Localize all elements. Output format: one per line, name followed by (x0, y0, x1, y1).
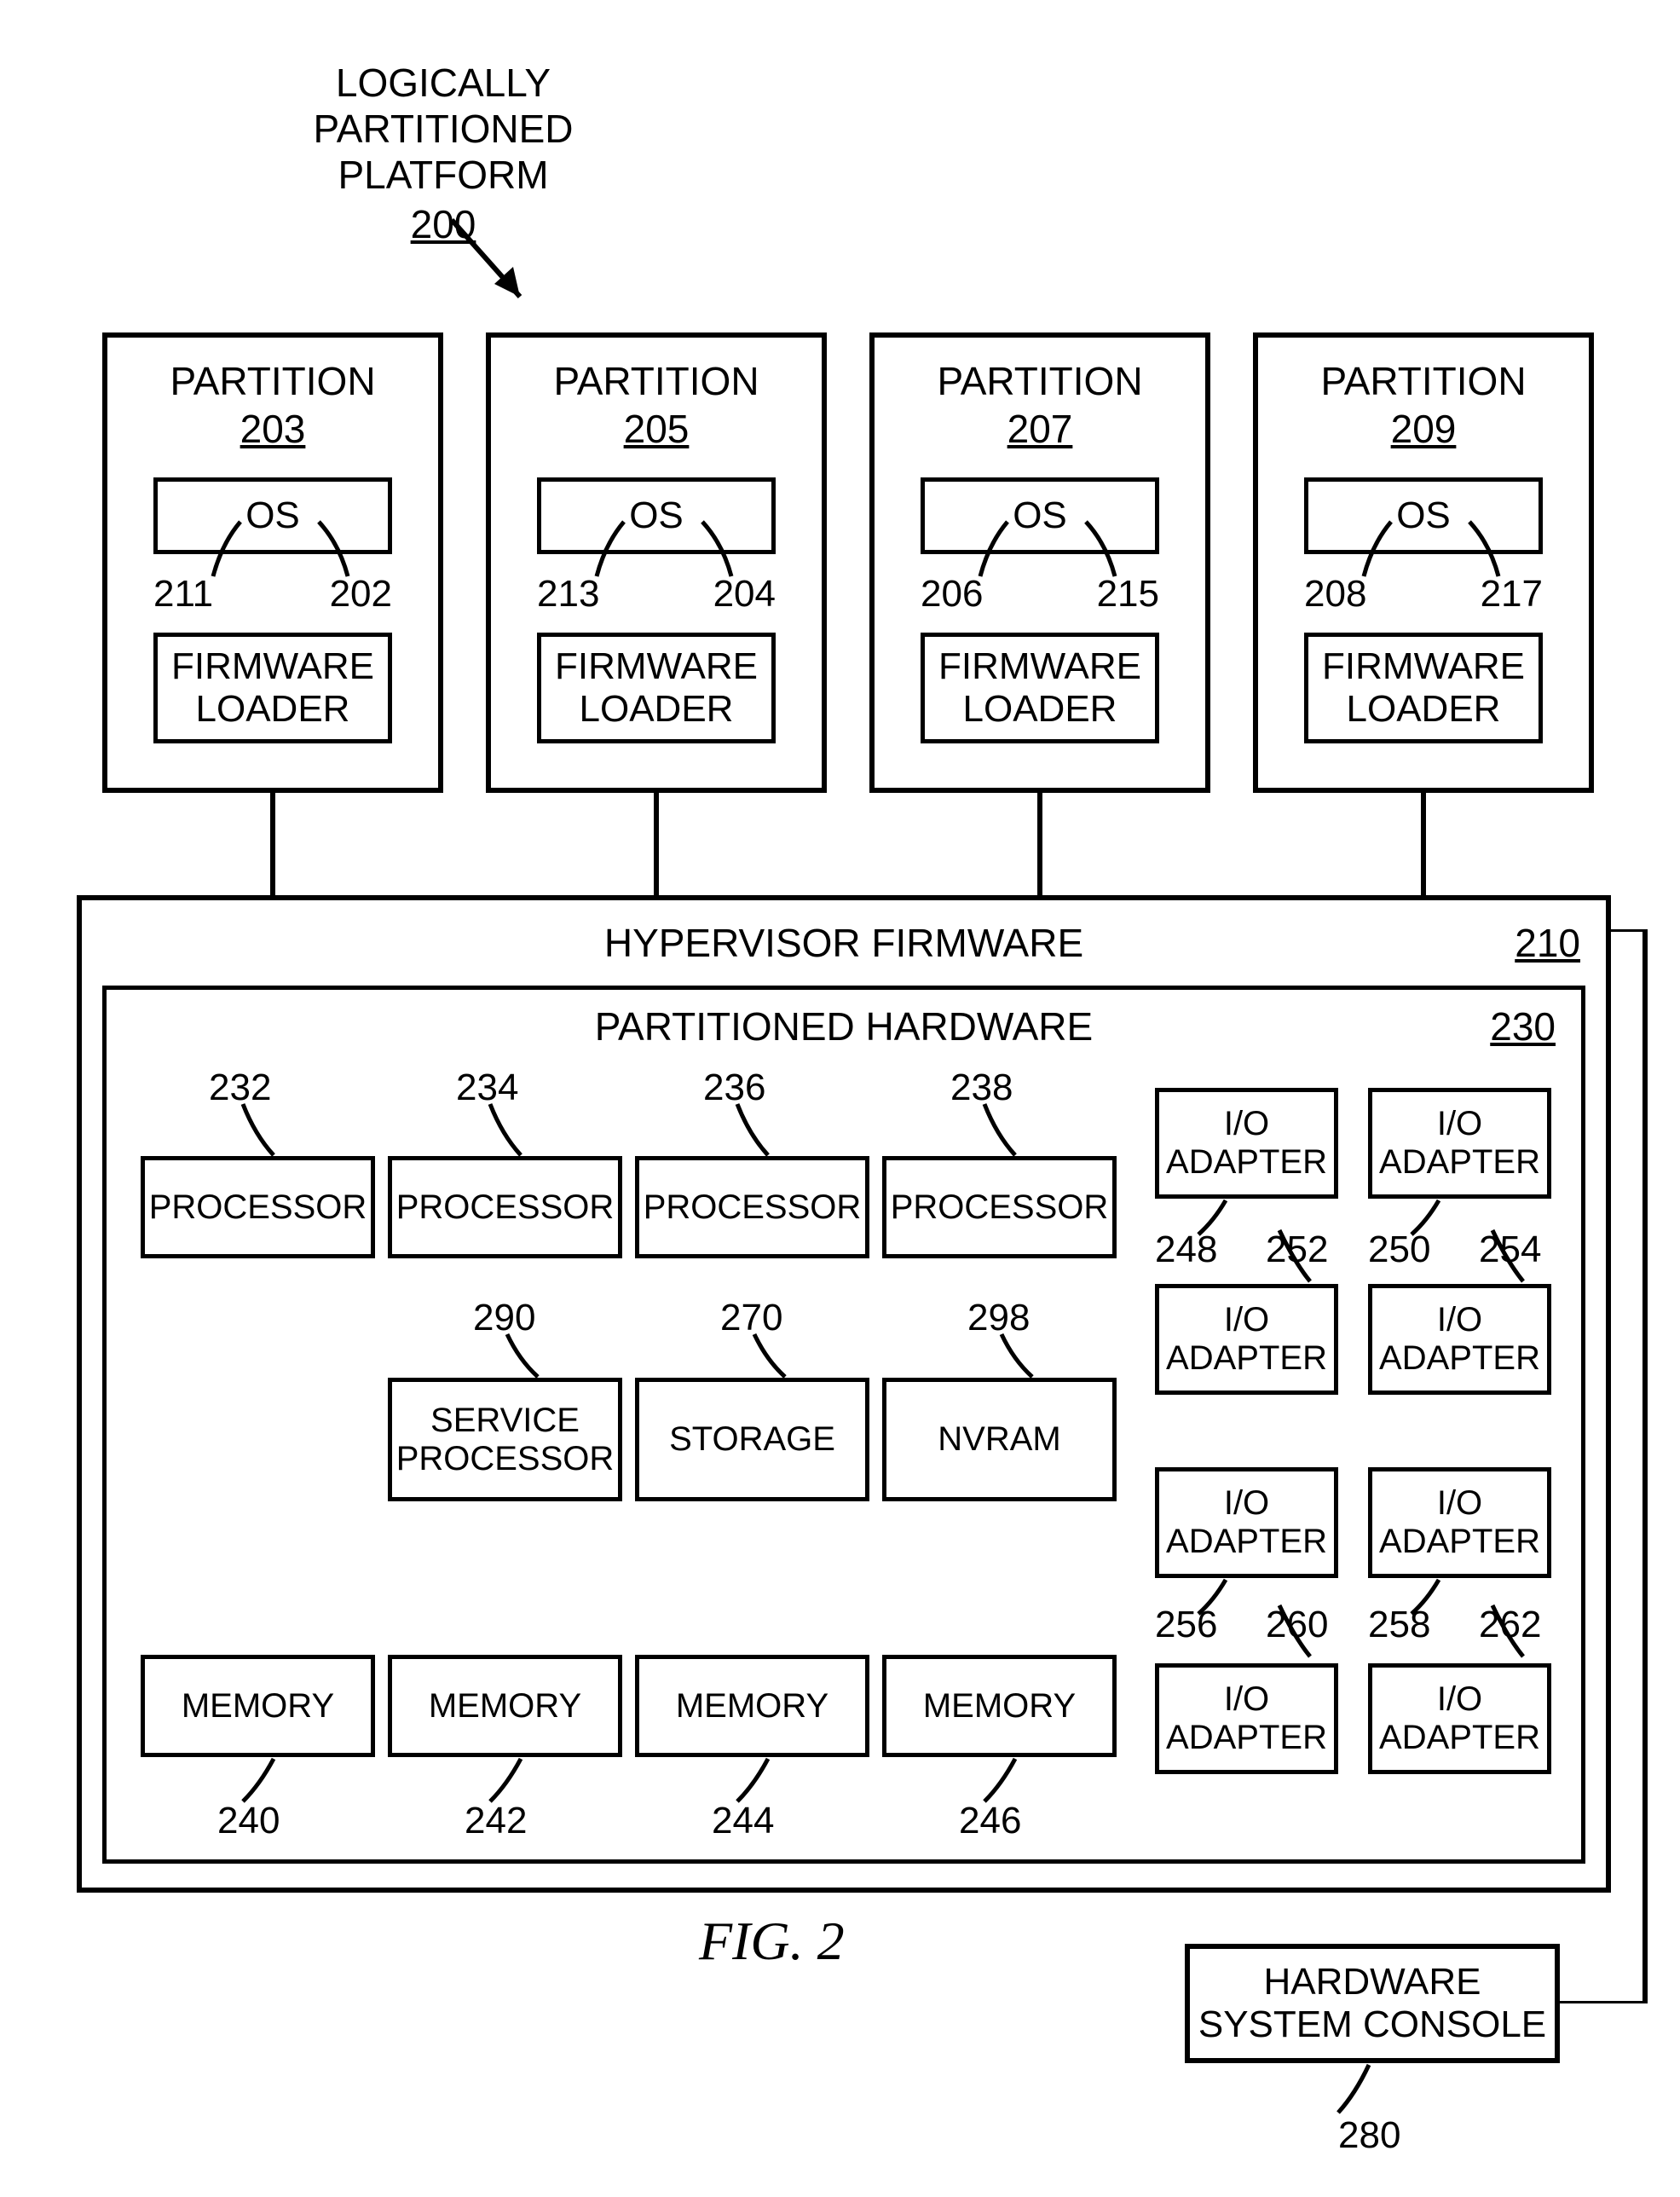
hypervisor-title: HYPERVISOR FIRMWARE (604, 920, 1083, 966)
io-adapter-254: I/OADAPTER (1368, 1284, 1551, 1395)
partition-205: PARTITION 205 OS 213 204 FIRMWARE LOADER (486, 332, 827, 793)
lead-242 (482, 1755, 533, 1807)
lead-280 (1330, 2063, 1381, 2123)
memory-244: MEMORY (635, 1655, 869, 1757)
service-processor: SERVICE PROCESSOR (388, 1378, 622, 1501)
lead-254 (1487, 1229, 1530, 1288)
ref-230: 230 (1490, 1003, 1556, 1049)
lead-256 (1193, 1578, 1236, 1621)
hardware-system-console: HARDWARE SYSTEM CONSOLE (1185, 1944, 1560, 2063)
lead-298 (993, 1331, 1044, 1382)
partition-209: PARTITION 209 OS 208 217 FIRMWARE LOADER (1253, 332, 1594, 793)
processor-238: PROCESSOR (882, 1156, 1117, 1258)
storage: STORAGE (635, 1378, 869, 1501)
lead-244 (729, 1755, 780, 1807)
processor-234: PROCESSOR (388, 1156, 622, 1258)
io-adapter-260: I/OADAPTER (1155, 1663, 1338, 1774)
figure-label: FIG. 2 (699, 1910, 845, 1973)
lead-250 (1406, 1199, 1449, 1241)
io-adapter-252: I/OADAPTER (1155, 1284, 1338, 1395)
memory-242: MEMORY (388, 1655, 622, 1757)
io-adapter-262: I/OADAPTER (1368, 1663, 1551, 1774)
io-adapter-256: I/OADAPTER (1155, 1467, 1338, 1578)
lead-213 (588, 518, 639, 587)
lead-232 (234, 1101, 286, 1160)
header-arrow (443, 211, 546, 322)
lead-246 (976, 1755, 1027, 1807)
partition-203: PARTITION 203 OS 211 202 FIRMWARE LOADER (102, 332, 443, 793)
lead-248 (1193, 1199, 1236, 1241)
lead-290 (499, 1331, 550, 1382)
lead-208 (1355, 518, 1406, 587)
partitioned-hardware: PARTITIONED HARDWARE 230 232 234 236 238… (102, 986, 1585, 1864)
fw-loader-205: FIRMWARE LOADER (537, 633, 776, 743)
fw-loader-209: FIRMWARE LOADER (1304, 633, 1543, 743)
lead-204 (690, 518, 742, 587)
nvram: NVRAM (882, 1378, 1117, 1501)
lead-206 (972, 518, 1023, 587)
lead-234 (482, 1101, 533, 1160)
lead-240 (234, 1755, 286, 1807)
memory-240: MEMORY (141, 1655, 375, 1757)
memory-246: MEMORY (882, 1655, 1117, 1757)
hypervisor-console-link (1560, 929, 1662, 2003)
partition-links (0, 793, 1680, 904)
processor-232: PROCESSOR (141, 1156, 375, 1258)
lead-236 (729, 1101, 780, 1160)
lead-217 (1458, 518, 1509, 587)
lead-258 (1406, 1578, 1449, 1621)
fw-loader-207: FIRMWARE LOADER (921, 633, 1159, 743)
partitioned-hw-title: PARTITIONED HARDWARE (595, 1003, 1093, 1049)
fw-loader-203: FIRMWARE LOADER (153, 633, 392, 743)
lead-211 (205, 518, 256, 587)
lead-215 (1074, 518, 1125, 587)
lead-238 (976, 1101, 1027, 1160)
lead-252 (1274, 1229, 1317, 1288)
partition-207: PARTITION 207 OS 206 215 FIRMWARE LOADER (869, 332, 1210, 793)
processor-236: PROCESSOR (635, 1156, 869, 1258)
io-adapter-258: I/OADAPTER (1368, 1467, 1551, 1578)
lead-262 (1487, 1604, 1530, 1663)
lead-270 (746, 1331, 797, 1382)
io-adapter-248: I/OADAPTER (1155, 1088, 1338, 1199)
lead-202 (307, 518, 358, 587)
lead-260 (1274, 1604, 1317, 1663)
hypervisor-outer: HYPERVISOR FIRMWARE 210 PARTITIONED HARD… (77, 895, 1611, 1893)
io-adapter-250: I/OADAPTER (1368, 1088, 1551, 1199)
